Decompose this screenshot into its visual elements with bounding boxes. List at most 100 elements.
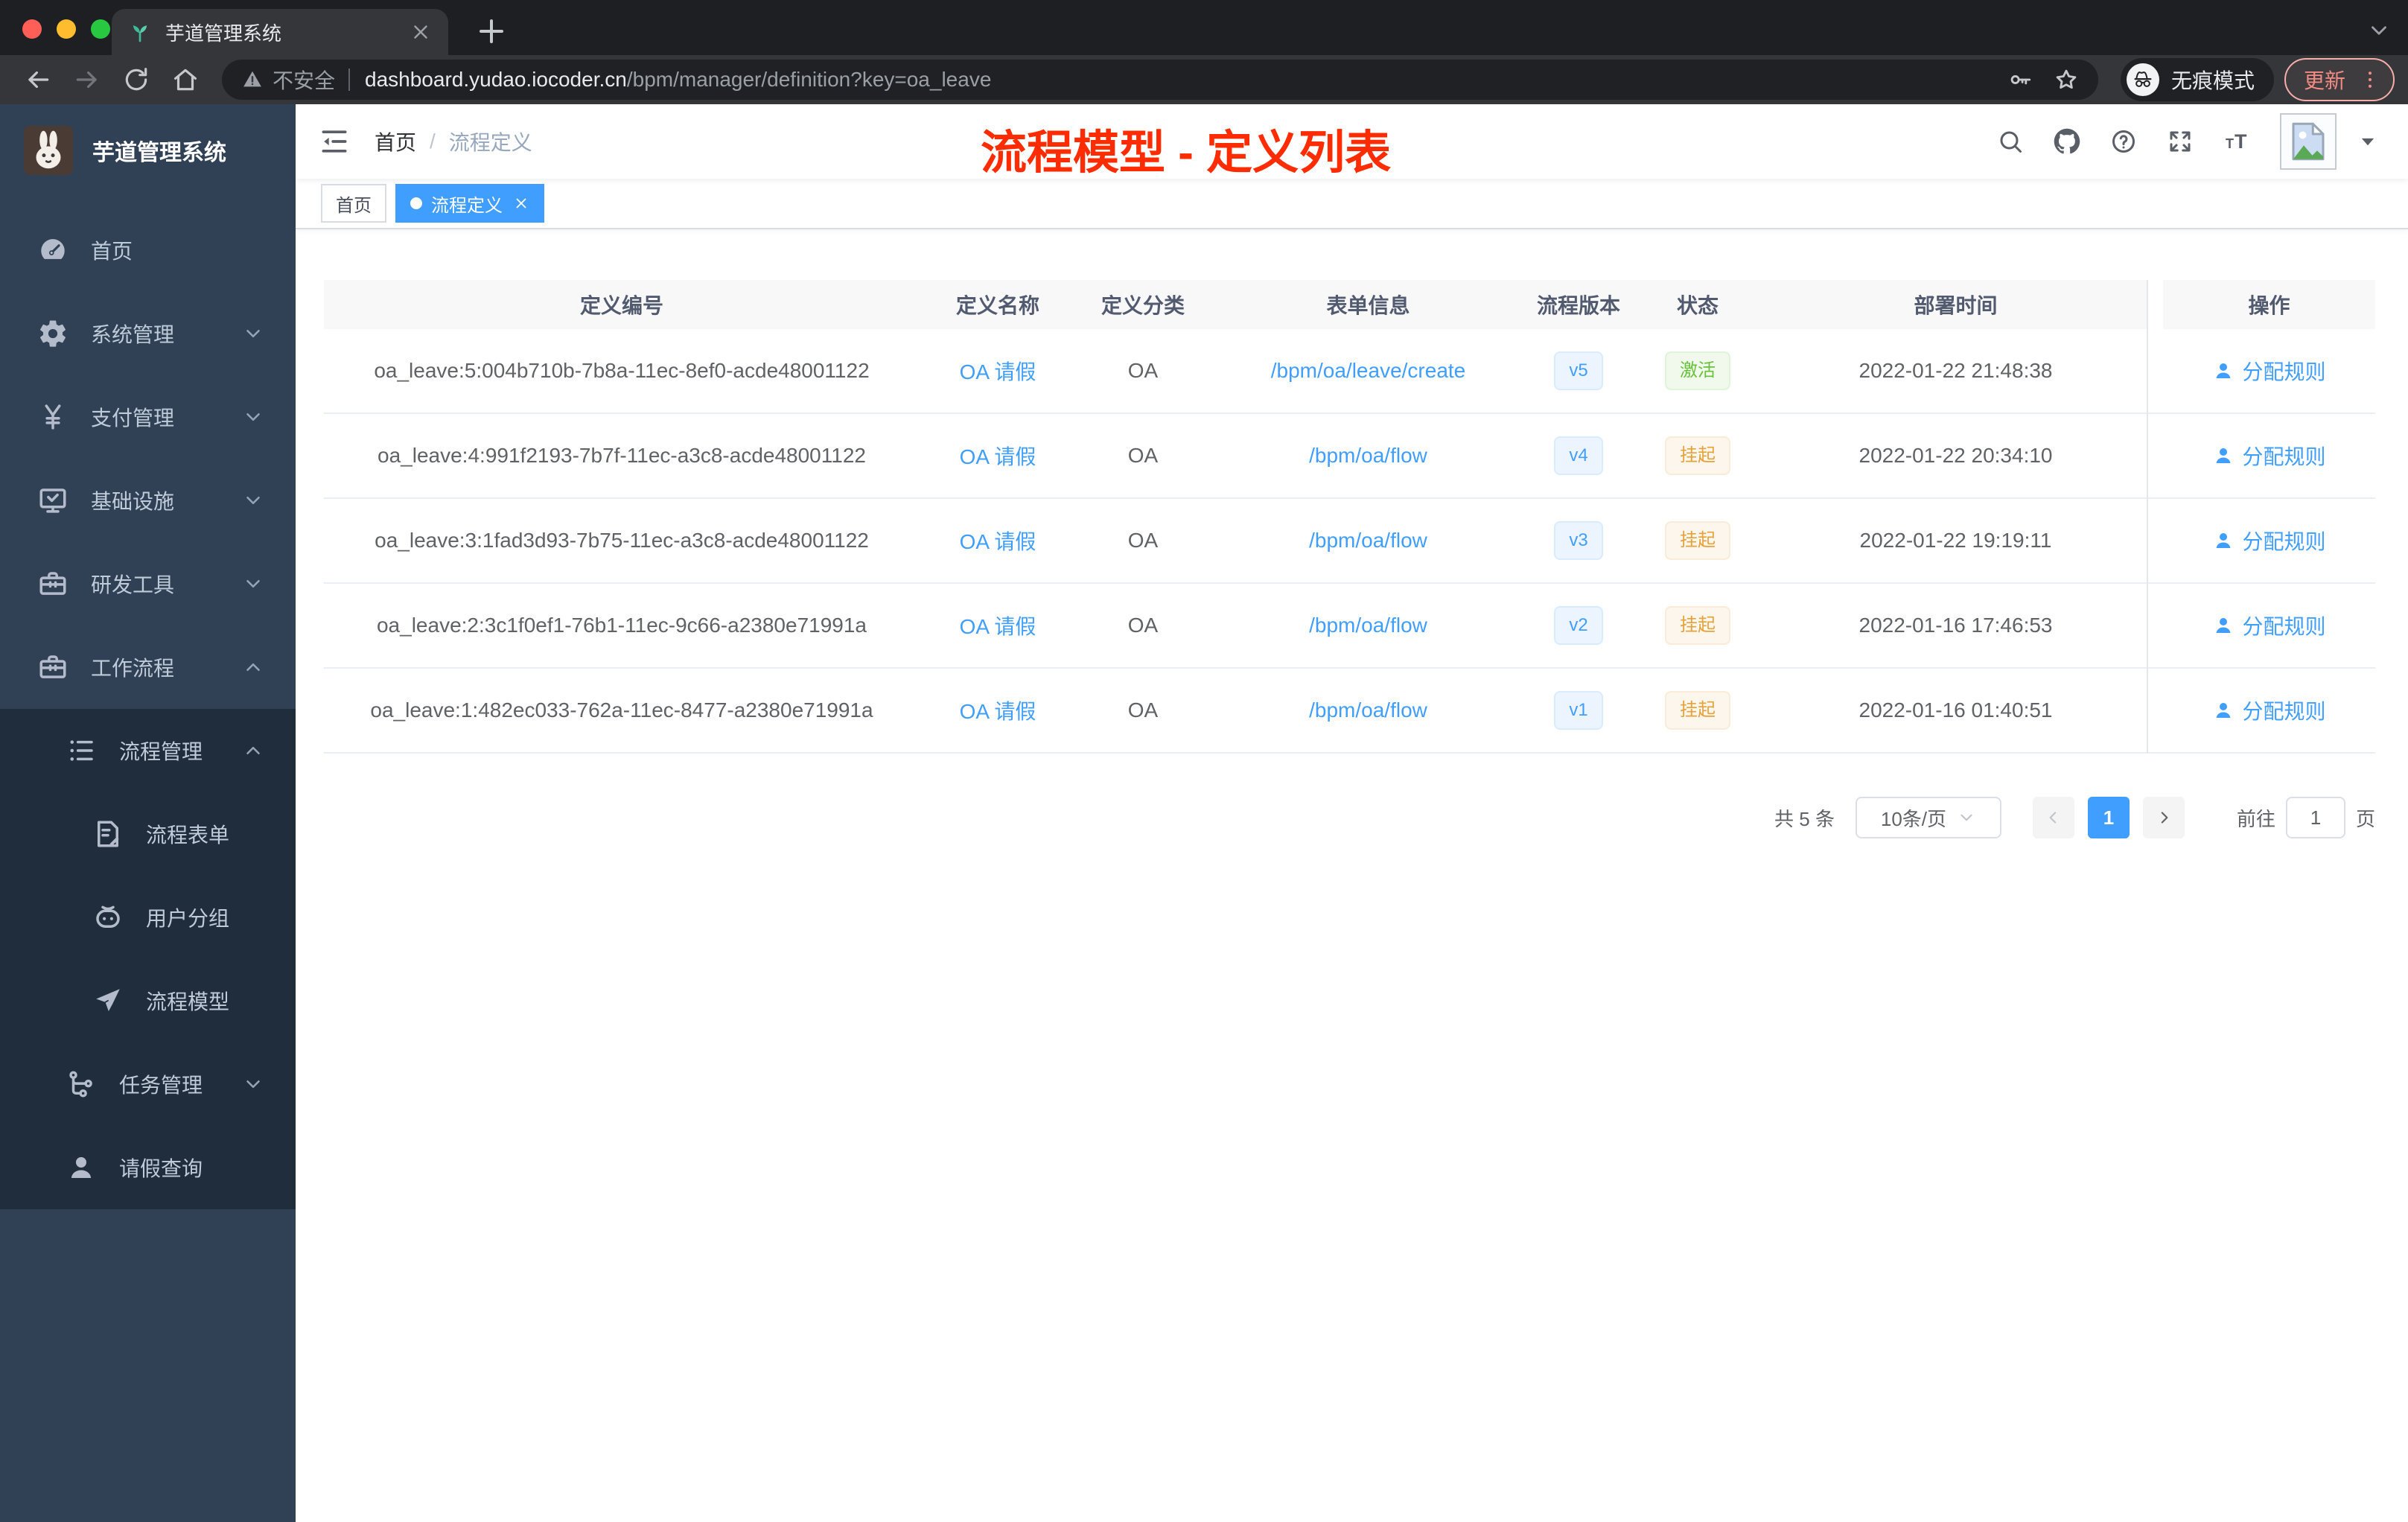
tab-search-icon[interactable] (2366, 18, 2392, 43)
reload-button[interactable] (122, 66, 150, 94)
robot-icon (92, 902, 124, 933)
sidebar-menu: 首页 系统管理支付管理基础设施 研发工具工作流程流程管理 流程表单 用户分组 流程模型任务… (0, 197, 296, 1209)
sidebar-item-4[interactable]: 研发工具 (0, 542, 296, 625)
chevron-down-icon (242, 322, 264, 345)
breadcrumb-home[interactable]: 首页 (375, 127, 416, 156)
bookmark-star-icon[interactable] (2054, 67, 2079, 92)
chevron-down-icon (242, 1073, 264, 1095)
status-badge: 挂起 (1665, 436, 1730, 475)
app-root: 芋道管理系统 首页 系统管理 支付管理 基础设施 研发工具 工作流程 流程管理 流程表单 用户分… (0, 104, 2408, 1522)
cell-deploy-time: 2022-01-22 21:48:38 (1858, 359, 2053, 382)
form-info-link[interactable]: /bpm/oa/leave/create (1271, 359, 1466, 383)
col-header-deploy-time: 部署时间 (1765, 280, 2147, 329)
font-size-icon[interactable]: TT (2223, 128, 2250, 155)
page-1-button[interactable]: 1 (2087, 797, 2130, 838)
avatar-caret-down-icon[interactable] (2357, 131, 2378, 152)
col-header-category: 定义分类 (1076, 280, 1210, 329)
assign-rule-button[interactable]: 分配规则 (2212, 695, 2326, 725)
password-key-icon[interactable] (2007, 67, 2033, 92)
forward-button[interactable] (73, 66, 101, 94)
help-icon[interactable] (2110, 128, 2137, 155)
sidebar-item-7[interactable]: 流程表单 (0, 792, 296, 876)
table-row-3: oa_leave:2:3c1f0ef1-76b1-11ec-9c66-a2380… (324, 584, 2375, 669)
form-icon (92, 818, 124, 850)
tab-close-icon[interactable] (410, 21, 432, 43)
app-title: 芋道管理系统 (92, 141, 226, 165)
sidebar-item-11[interactable]: 请假查询 (0, 1126, 296, 1209)
assign-rule-button[interactable]: 分配规则 (2212, 611, 2326, 640)
browser-menu-icon[interactable] (2359, 69, 2381, 91)
tab-strip: 芋道管理系统 (0, 0, 2408, 55)
send-icon (92, 985, 124, 1016)
definition-name-link[interactable]: OA 请假 (960, 526, 1036, 555)
pagination: 共 5 条 10条/页 1 前往 页 (324, 797, 2375, 838)
incognito-icon (2126, 63, 2159, 96)
window-close-button[interactable] (22, 19, 42, 39)
cell-deploy-time: 2022-01-16 17:46:53 (1858, 614, 2053, 637)
update-button[interactable]: 更新 (2284, 58, 2395, 101)
form-info-link[interactable]: /bpm/oa/flow (1309, 529, 1427, 553)
page-size-select[interactable]: 10条/页 (1855, 797, 2001, 838)
sidebar-item-label: 工作流程 (91, 657, 175, 680)
assign-rule-button[interactable]: 分配规则 (2212, 356, 2326, 386)
chevron-up-icon (242, 739, 264, 762)
window-zoom-button[interactable] (91, 19, 110, 39)
url-bar[interactable]: 不安全 dashboard.yudao.iocoder.cn /bpm/mana… (222, 60, 2098, 100)
sidebar-item-10[interactable]: 任务管理 (0, 1042, 296, 1126)
sidebar-item-5[interactable]: 工作流程 (0, 625, 296, 709)
sidebar-item-2[interactable]: 支付管理 (0, 375, 296, 459)
col-header-version: 流程版本 (1526, 280, 1631, 329)
browser-tab[interactable]: 芋道管理系统 (112, 9, 448, 55)
form-info-link[interactable]: /bpm/oa/flow (1309, 614, 1427, 637)
chevron-left-icon (2044, 808, 2063, 827)
window-minimize-button[interactable] (57, 19, 76, 39)
search-icon[interactable] (1997, 128, 2024, 155)
definition-name-link[interactable]: OA 请假 (960, 695, 1036, 725)
back-button[interactable] (24, 66, 52, 94)
table-row-4: oa_leave:1:482ec033-762a-11ec-8477-a2380… (324, 669, 2375, 754)
current-page-number: 1 (2103, 806, 2115, 829)
assign-rule-button[interactable]: 分配规则 (2212, 526, 2326, 555)
sidebar-item-label: 任务管理 (119, 1074, 203, 1097)
version-badge: v2 (1554, 606, 1603, 645)
form-info-link[interactable]: /bpm/oa/flow (1309, 444, 1427, 468)
active-dot-icon (410, 197, 422, 209)
version-badge: v4 (1554, 436, 1603, 475)
goto-page-input[interactable] (2285, 797, 2345, 838)
svg-text:T: T (2235, 130, 2247, 153)
user-icon (2212, 614, 2235, 637)
incognito-label: 无痕模式 (2170, 69, 2255, 92)
hamburger-icon[interactable] (318, 125, 351, 158)
sidebar-item-9[interactable]: 流程模型 (0, 959, 296, 1042)
definition-name-link[interactable]: OA 请假 (960, 356, 1036, 386)
prev-page-button[interactable] (2032, 797, 2074, 838)
definition-name-link[interactable]: OA 请假 (960, 441, 1036, 471)
chevron-up-icon (242, 656, 264, 678)
form-info-link[interactable]: /bpm/oa/flow (1309, 698, 1427, 722)
tab-title: 芋道管理系统 (165, 22, 282, 45)
sidebar-item-8[interactable]: 用户分组 (0, 876, 296, 959)
tag-home[interactable]: 首页 (321, 184, 386, 223)
sidebar-item-1[interactable]: 系统管理 (0, 292, 296, 375)
incognito-badge: 无痕模式 (2120, 58, 2274, 101)
fullscreen-icon[interactable] (2167, 128, 2194, 155)
cell-category: OA (1127, 359, 1159, 382)
sidebar-item-0[interactable]: 首页 (0, 208, 296, 292)
definition-table: 定义编号 定义名称 定义分类 表单信息 流程版本 状态 部署时间 操作 oa_l… (324, 280, 2375, 754)
sidebar-item-3[interactable]: 基础设施 (0, 459, 296, 542)
status-badge: 挂起 (1665, 691, 1730, 730)
svg-text:T: T (2226, 136, 2234, 151)
assign-rule-button[interactable]: 分配规则 (2212, 441, 2326, 471)
definition-name-link[interactable]: OA 请假 (960, 611, 1036, 640)
new-tab-button[interactable] (474, 13, 509, 49)
sidebar-item-label: 支付管理 (91, 407, 175, 430)
home-button[interactable] (171, 66, 200, 94)
github-icon[interactable] (2054, 128, 2080, 155)
tag-process-definition[interactable]: 流程定义 (395, 184, 544, 223)
favicon-leaf-icon (128, 20, 152, 44)
next-page-button[interactable] (2142, 797, 2185, 838)
tag-close-icon[interactable] (513, 195, 529, 211)
status-badge: 挂起 (1665, 606, 1730, 645)
user-avatar[interactable] (2280, 113, 2337, 170)
sidebar-item-6[interactable]: 流程管理 (0, 709, 296, 792)
